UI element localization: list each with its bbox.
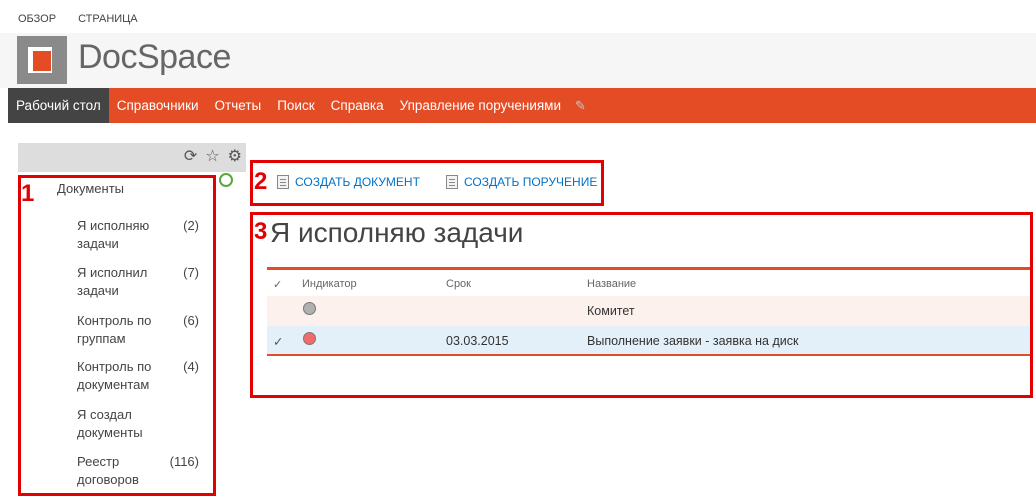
tree-item-control-groups[interactable]: Контроль по группам (6) (77, 312, 199, 348)
tree-item-my-tasks[interactable]: Я исполняю задачи (2) (77, 217, 199, 253)
tree-item-count: (7) (183, 265, 199, 280)
tree-item-label: Я создал документы (77, 407, 143, 440)
tree-item-control-documents[interactable]: Контроль по документам (4) (77, 358, 199, 394)
nav-item-directories[interactable]: Справочники (109, 88, 207, 123)
tree-item-done-tasks[interactable]: Я исполнил задачи (7) (77, 264, 199, 300)
gear-icon[interactable]: ⚙ (228, 148, 242, 166)
row-checkbox[interactable]: ✓ (273, 334, 283, 349)
nav-item-assignments[interactable]: Управление поручениями (392, 88, 569, 123)
ribbon-tabs: ОБЗОР СТРАНИЦА (18, 13, 138, 25)
nav-item-reports[interactable]: Отчеты (207, 88, 270, 123)
tree-item-count: (2) (183, 218, 199, 233)
row-title-link[interactable]: Комитет (587, 304, 635, 318)
document-icon (277, 175, 289, 189)
create-document-label: СОЗДАТЬ ДОКУМЕНТ (295, 175, 420, 189)
table-accent-rule (267, 267, 1030, 270)
page-title: Я исполняю задачи (270, 217, 524, 248)
nav-item-desktop[interactable]: Рабочий стол (8, 88, 109, 123)
status-indicator-icon (303, 332, 316, 345)
panel-header: ⟳ ☆ ⚙ (18, 143, 246, 172)
tree-item-label: Я исполнил задачи (77, 265, 148, 298)
table-row[interactable]: ✓ 03.03.2015 Выполнение заявки - заявка … (267, 326, 1030, 356)
edit-pencil-icon[interactable]: ✎ (575, 98, 586, 114)
top-navigation: Рабочий стол Справочники Отчеты Поиск Сп… (8, 88, 1036, 123)
nav-item-search[interactable]: Поиск (269, 88, 322, 123)
tree-item-label: Реестр договоров (77, 454, 139, 487)
docspace-logo-icon[interactable] (17, 36, 67, 84)
create-task-button[interactable]: СОЗДАТЬ ПОРУЧЕНИЕ (446, 175, 597, 189)
tab-page[interactable]: СТРАНИЦА (78, 13, 138, 25)
column-header-indicator[interactable]: Индикатор (302, 278, 357, 290)
tree-item-label: Контроль по документам (77, 359, 152, 392)
callout-number-1: 1 (21, 180, 35, 207)
table-row[interactable]: Комитет (267, 296, 1030, 326)
star-icon[interactable]: ☆ (205, 148, 219, 166)
tree-root-documents[interactable]: Документы (57, 181, 124, 196)
refresh-icon[interactable] (219, 173, 233, 187)
column-header-name[interactable]: Название (587, 278, 636, 290)
status-indicator-icon (303, 302, 316, 315)
tree-item-count: (6) (183, 313, 199, 328)
nav-item-help[interactable]: Справка (323, 88, 392, 123)
sync-icon[interactable]: ⟳ (184, 148, 197, 166)
column-header-deadline[interactable]: Срок (446, 278, 471, 290)
create-task-label: СОЗДАТЬ ПОРУЧЕНИЕ (464, 175, 598, 189)
brand-name[interactable]: DocSpace (78, 38, 231, 77)
row-deadline: 03.03.2015 (446, 334, 509, 348)
new-task-icon (446, 175, 458, 189)
tree-item-label: Контроль по группам (77, 313, 152, 346)
tree-item-count: (116) (169, 454, 199, 469)
callout-number-2: 2 (254, 168, 268, 195)
tree-item-contract-registry[interactable]: Реестр договоров (116) (77, 453, 199, 489)
table-header: ✓ Индикатор Срок Название (267, 272, 1030, 296)
tree-item-created-documents[interactable]: Я создал документы (77, 406, 199, 442)
tree-item-label: Я исполняю задачи (77, 218, 150, 251)
select-all-checkbox[interactable]: ✓ (273, 278, 282, 291)
callout-number-3: 3 (254, 218, 268, 245)
row-title-link[interactable]: Выполнение заявки - заявка на диск (587, 334, 798, 348)
tab-overview[interactable]: ОБЗОР (18, 13, 56, 25)
tree-item-count: (4) (183, 359, 199, 374)
create-document-button[interactable]: СОЗДАТЬ ДОКУМЕНТ (277, 175, 420, 189)
